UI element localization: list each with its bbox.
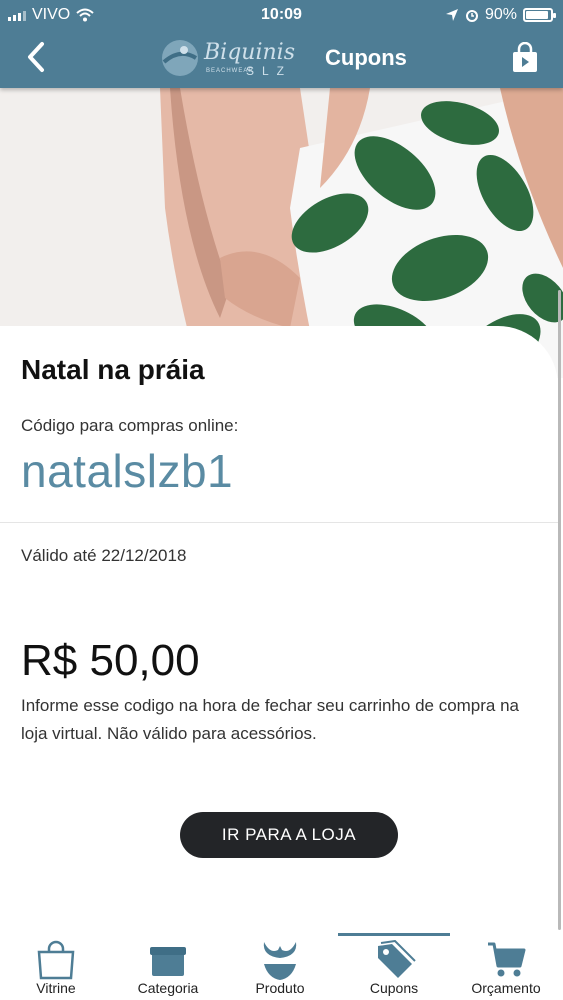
valid-until: Válido até 22/12/2018 bbox=[21, 546, 187, 565]
tab-label: Vitrine bbox=[36, 980, 76, 996]
tab-label: Cupons bbox=[369, 980, 419, 996]
tab-orcamento[interactable]: Orçamento bbox=[450, 936, 562, 1000]
code-label: Código para compras online: bbox=[21, 416, 239, 435]
tab-label: Produto bbox=[255, 980, 305, 996]
logo-brand-text: Biquinis bbox=[204, 40, 295, 65]
tab-cupons[interactable]: Cupons bbox=[338, 933, 450, 1000]
logo-emblem-icon bbox=[162, 40, 198, 76]
brand-logo: Biquinis BEACHWEAR SLZ bbox=[158, 38, 318, 80]
tab-categoria[interactable]: Categoria bbox=[112, 936, 224, 1000]
coupon-card: Natal na práia Código para compras onlin… bbox=[0, 326, 558, 936]
logo-sub-text: SLZ bbox=[246, 64, 293, 78]
page-title: Cupons bbox=[325, 45, 407, 70]
tab-label: Categoria bbox=[137, 980, 199, 996]
alarm-icon bbox=[465, 10, 478, 22]
coupon-code[interactable]: natalslzb1 bbox=[21, 444, 233, 498]
store-bag-icon[interactable] bbox=[511, 42, 539, 74]
bottom-tab-bar: Vitrine Categoria Produto Cupons Orçamen… bbox=[0, 933, 563, 1000]
cart-icon bbox=[488, 942, 526, 977]
back-arrow-icon[interactable] bbox=[22, 40, 52, 74]
scroll-indicator[interactable] bbox=[558, 290, 561, 930]
status-right: 90% bbox=[445, 6, 556, 24]
go-to-store-button[interactable]: IR PARA A LOJA bbox=[180, 812, 398, 858]
divider bbox=[0, 522, 558, 523]
status-bar: VIVO 10:09 90% bbox=[0, 0, 563, 30]
app-header: VIVO 10:09 90% Biquinis BEACHWEAR SLZ Cu… bbox=[0, 0, 563, 88]
tab-produto[interactable]: Produto bbox=[224, 936, 336, 1000]
tag-icon bbox=[378, 940, 416, 978]
battery-percent: 90% bbox=[484, 6, 517, 23]
bikini-icon bbox=[263, 942, 297, 980]
tab-label: Orçamento bbox=[471, 980, 541, 996]
location-icon bbox=[445, 9, 458, 21]
coupon-value: R$ 50,00 bbox=[21, 636, 200, 685]
coupon-description: Informe esse codigo na hora de fechar se… bbox=[21, 696, 520, 743]
shopping-bag-icon bbox=[37, 940, 75, 980]
coupon-title: Natal na práia bbox=[21, 354, 205, 385]
box-icon bbox=[150, 947, 186, 976]
tab-vitrine[interactable]: Vitrine bbox=[0, 936, 112, 1000]
battery-icon bbox=[523, 8, 556, 22]
